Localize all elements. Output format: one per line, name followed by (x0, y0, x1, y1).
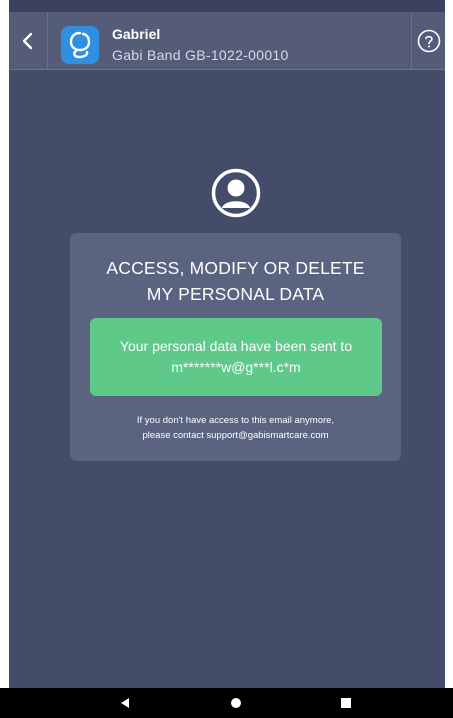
status-bar (9, 0, 445, 12)
user-avatar-icon (211, 168, 261, 218)
card-title-line: ACCESS, MODIFY OR DELETE (106, 258, 365, 278)
device-owner-name: Gabriel (112, 26, 161, 42)
nav-recents-button[interactable] (326, 688, 366, 718)
support-note-line: please contact support@gabismartcare.com (142, 430, 329, 441)
chevron-left-icon (22, 32, 33, 50)
help-circle-icon (417, 29, 440, 53)
back-triangle-icon (121, 698, 129, 708)
back-button[interactable] (9, 12, 48, 70)
masked-email: m*******w@g***l.c*m (171, 359, 301, 375)
success-message-box: Your personal data have been sent to m**… (90, 318, 382, 396)
card-title-line: MY PERSONAL DATA (146, 284, 325, 304)
recents-square-icon (341, 698, 351, 708)
system-navigation-bar (0, 688, 453, 718)
personal-data-card: ACCESS, MODIFY OR DELETE MY PERSONAL DAT… (70, 233, 401, 461)
card-title: ACCESS, MODIFY OR DELETE MY PERSONAL DAT… (70, 255, 401, 307)
nav-back-button[interactable] (105, 688, 145, 718)
nav-home-button[interactable] (216, 688, 256, 718)
device-identifier: Gabi Band GB-1022-00010 (112, 47, 289, 63)
app-screen: Gabriel Gabi Band GB-1022-00010 ACCESS, … (9, 0, 445, 718)
home-circle-icon (231, 698, 241, 708)
support-note: If you don't have access to this email a… (70, 413, 401, 443)
support-note-line: If you don't have access to this email a… (136, 415, 335, 426)
header-bar: Gabriel Gabi Band GB-1022-00010 (9, 12, 445, 70)
gabi-app-icon (61, 26, 99, 64)
help-button[interactable] (411, 12, 445, 70)
success-message-text: Your personal data have been sent to (119, 338, 353, 354)
